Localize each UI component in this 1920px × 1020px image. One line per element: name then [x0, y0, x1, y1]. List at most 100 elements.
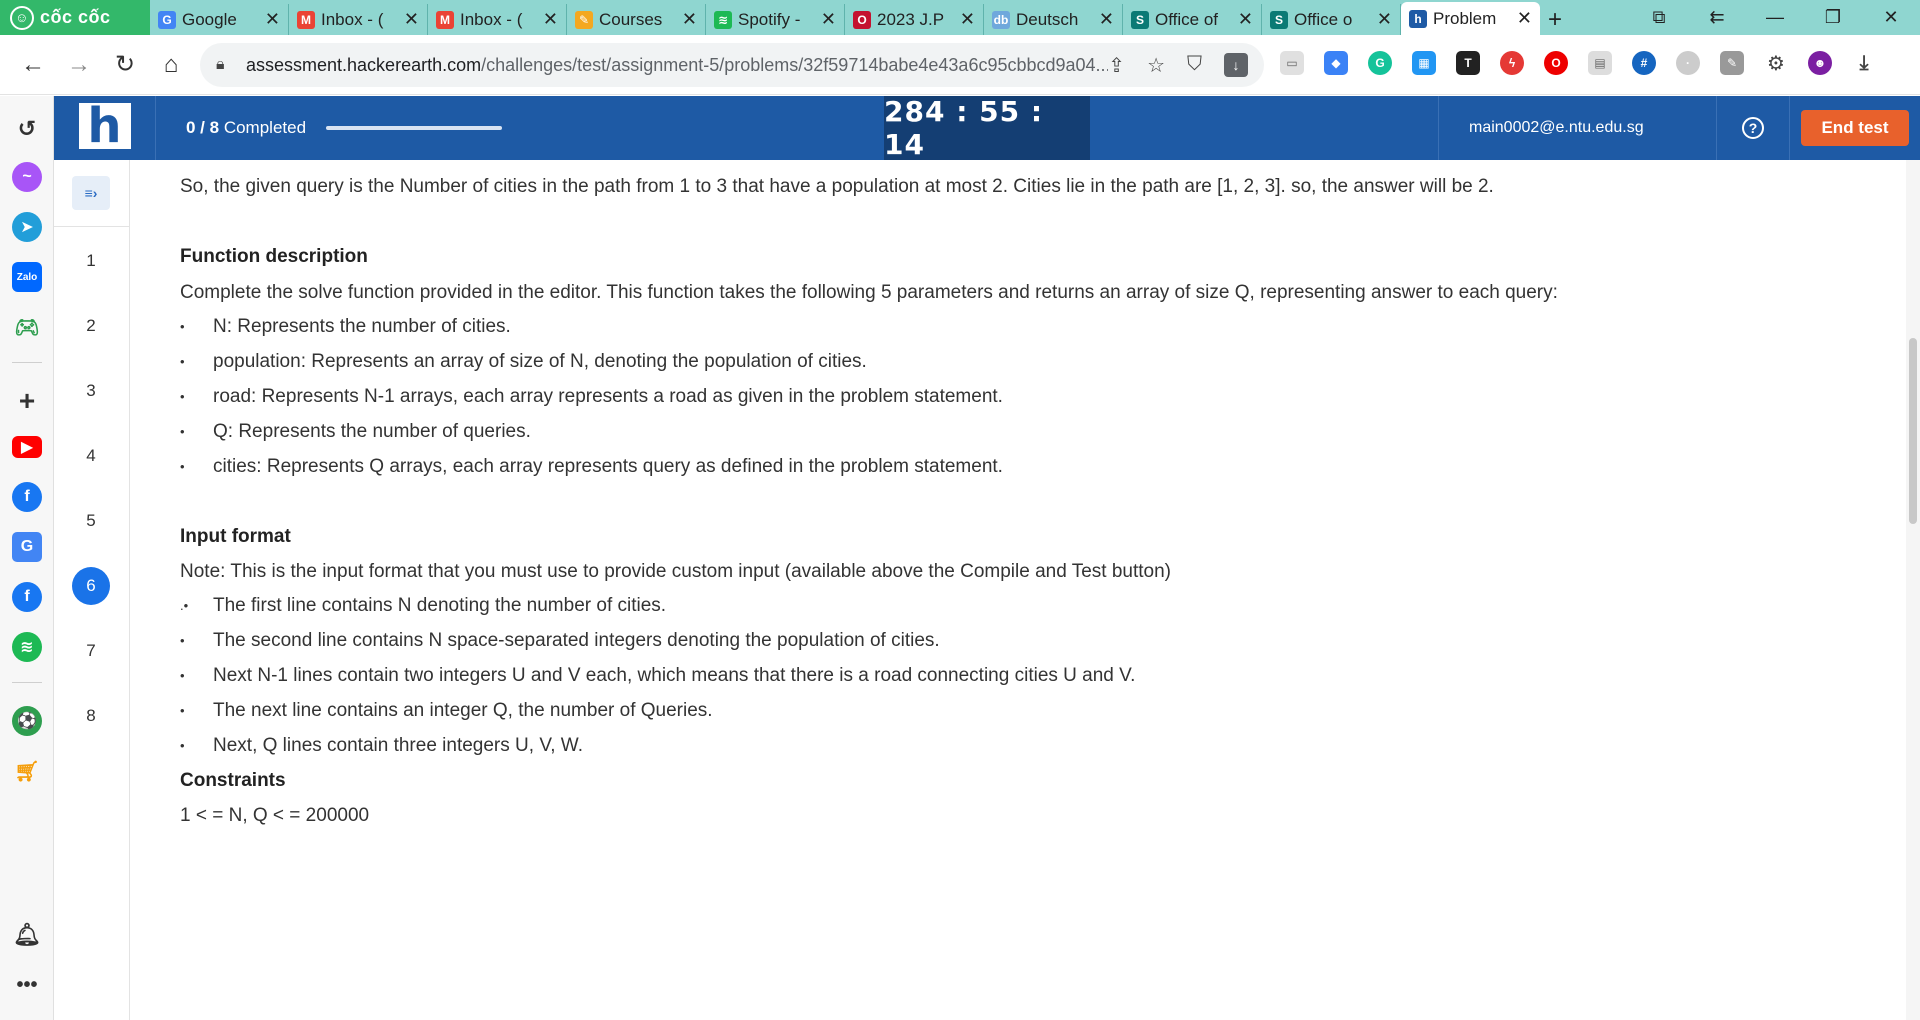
list-item: N: Represents the number of cities. [180, 316, 511, 338]
tab-label: Deutsch [1016, 9, 1079, 29]
restore-button[interactable]: ❐ [1804, 7, 1862, 28]
downloads-icon[interactable]: ⤓ [1852, 51, 1876, 75]
tab-list: G Google ✕ M Inbox - (✕ M Inbox - (✕ ✎ Courses ✕ ≋… [150, 2, 1540, 35]
list-item: The first line contains N denoting the n… [180, 595, 666, 617]
countdown-timer: 284 : 55 : 14 [884, 95, 1090, 161]
close-tab-icon[interactable]: ✕ [404, 9, 419, 30]
minimize-button[interactable]: — [1746, 7, 1804, 28]
close-tab-icon[interactable]: ✕ [682, 9, 697, 30]
coccoc-menu-button[interactable]: ☺ cốc cốc [0, 0, 150, 35]
question-3-button[interactable]: 3 [72, 372, 110, 410]
soccer-icon[interactable]: ⚽ [12, 706, 42, 736]
extensions-puzzle-icon[interactable]: ⚙ [1764, 51, 1788, 75]
close-tab-icon[interactable]: ✕ [1238, 9, 1253, 30]
hackerearth-icon: h [1409, 9, 1427, 28]
browser-tab[interactable]: S Office of ✕ [1123, 4, 1262, 35]
question-2-button[interactable]: 2 [72, 307, 110, 345]
list-item: road: Represents N-1 arrays, each array … [180, 386, 1003, 408]
translate-extension-icon[interactable]: T [1456, 51, 1480, 75]
profile-avatar[interactable]: ☻ [1808, 51, 1832, 75]
hackerearth-h-icon: h [78, 102, 131, 153]
close-window-button[interactable]: ✕ [1862, 7, 1920, 28]
browser-tab[interactable]: ✎ Courses ✕ [567, 4, 706, 35]
shield-icon[interactable]: ⛉ [1187, 53, 1202, 78]
history-icon[interactable]: ↺ [12, 114, 42, 144]
browser-tab[interactable]: ≋ Spotify - ✕ [706, 4, 845, 35]
browser-tab[interactable]: db Deutsch ✕ [984, 4, 1123, 35]
close-tab-icon[interactable]: ✕ [1099, 9, 1114, 30]
url-text[interactable]: assessment.hackerearth.com/challenges/te… [246, 55, 1108, 76]
hackerearth-logo[interactable]: h [54, 96, 156, 160]
messenger-icon[interactable]: ~ [12, 162, 42, 192]
close-tab-icon[interactable]: ✕ [1517, 8, 1532, 29]
grey-extension-icon[interactable]: · [1676, 51, 1700, 75]
back-button[interactable]: ← [10, 51, 56, 79]
progress-bar [326, 126, 503, 130]
telegram-icon[interactable]: ➤ [12, 212, 42, 242]
browser-tab[interactable]: h Problem ✕ [1401, 2, 1540, 35]
facebook-icon[interactable]: f [12, 582, 42, 612]
close-tab-icon[interactable]: ✕ [1377, 9, 1392, 30]
scrollbar-thumb[interactable] [1909, 338, 1917, 524]
sidebar-divider [12, 682, 42, 683]
side-panel-icon[interactable]: ⇇ [1688, 7, 1746, 28]
notification-bell-icon[interactable]: 🔔︎ [12, 920, 42, 950]
list-item: Q: Represents the number of queries. [180, 421, 531, 443]
google-translate-icon[interactable]: G [12, 532, 42, 562]
flash-extension-icon[interactable]: ϟ [1500, 51, 1524, 75]
youtube-icon[interactable]: ▶ [12, 436, 42, 458]
extensions-row: ▭ ◆ G ▦ T ϟ O ▤ # · ✎ ⚙ ☻ ⤓ [1280, 51, 1876, 75]
close-tab-icon[interactable]: ✕ [265, 9, 280, 30]
adblock-icon[interactable]: O [1544, 51, 1568, 75]
close-tab-icon[interactable]: ✕ [821, 9, 836, 30]
home-button[interactable]: ⌂ [148, 51, 194, 79]
tab-search-icon[interactable]: ⧉ [1630, 7, 1688, 28]
shopping-icon[interactable]: 🛒︎ [12, 756, 42, 786]
jpmorgan-icon: O [853, 10, 871, 29]
address-bar[interactable]: 🔒︎ assessment.hackerearth.com/challenges… [200, 43, 1264, 87]
bookmark-star-icon[interactable]: ☆ [1147, 53, 1165, 78]
end-test-button[interactable]: End test [1801, 110, 1909, 146]
help-button[interactable]: ? [1716, 96, 1790, 160]
grammarly-icon[interactable]: G [1368, 51, 1392, 75]
question-6-button[interactable]: 6 [72, 567, 110, 605]
bookmark-extension-icon[interactable]: ◆ [1324, 51, 1348, 75]
question-5-button[interactable]: 5 [72, 502, 110, 540]
share-icon[interactable]: ⇪ [1108, 53, 1125, 78]
browser-tab[interactable]: O 2023 J.P ✕ [845, 4, 984, 35]
list-item: population: Represents an array of size … [180, 351, 867, 373]
lock-icon[interactable]: 🔒︎ [216, 56, 234, 74]
page-scrollbar[interactable] [1906, 160, 1920, 1020]
document-extension-icon[interactable]: ▤ [1588, 51, 1612, 75]
add-panel-icon[interactable]: + [12, 385, 42, 416]
browser-tab[interactable]: M Inbox - (✕ [428, 4, 567, 35]
question-8-button[interactable]: 8 [72, 697, 110, 735]
tab-label: Inbox - ( [460, 9, 523, 29]
question-7-button[interactable]: 7 [72, 632, 110, 670]
browser-tab[interactable]: S Office o ✕ [1262, 4, 1401, 35]
game-controller-icon[interactable]: 🎮︎ [12, 312, 42, 342]
zalo-icon[interactable]: Zalo [12, 262, 42, 292]
more-icon[interactable]: ••• [12, 970, 42, 1000]
list-item: Next, Q lines contain three integers U, … [180, 735, 583, 757]
reader-extension-icon[interactable]: ▭ [1280, 51, 1304, 75]
edit-extension-icon[interactable]: ✎ [1720, 51, 1744, 75]
download-icon[interactable]: ↓ [1224, 52, 1248, 77]
facebook-icon[interactable]: f [12, 482, 42, 512]
question-4-button[interactable]: 4 [72, 437, 110, 475]
spotify-icon[interactable]: ≋ [12, 632, 42, 662]
browser-tab[interactable]: G Google ✕ [150, 4, 289, 35]
forward-button[interactable]: → [56, 51, 102, 79]
close-tab-icon[interactable]: ✕ [543, 9, 558, 30]
window-extension-icon[interactable]: ▦ [1412, 51, 1436, 75]
reload-button[interactable]: ↻ [102, 50, 148, 79]
collapse-panel-icon[interactable]: ≡› [72, 176, 110, 210]
close-tab-icon[interactable]: ✕ [960, 9, 975, 30]
hashtag-extension-icon[interactable]: # [1632, 51, 1656, 75]
list-item: cities: Represents Q arrays, each array … [180, 456, 1003, 478]
progress-label: 0 / 8 Completed [186, 118, 307, 137]
browser-tab[interactable]: M Inbox - (✕ [289, 4, 428, 35]
new-tab-button[interactable]: + [1540, 4, 1570, 35]
list-item: Next N-1 lines contain two integers U an… [180, 665, 1135, 687]
question-1-button[interactable]: 1 [72, 242, 110, 280]
